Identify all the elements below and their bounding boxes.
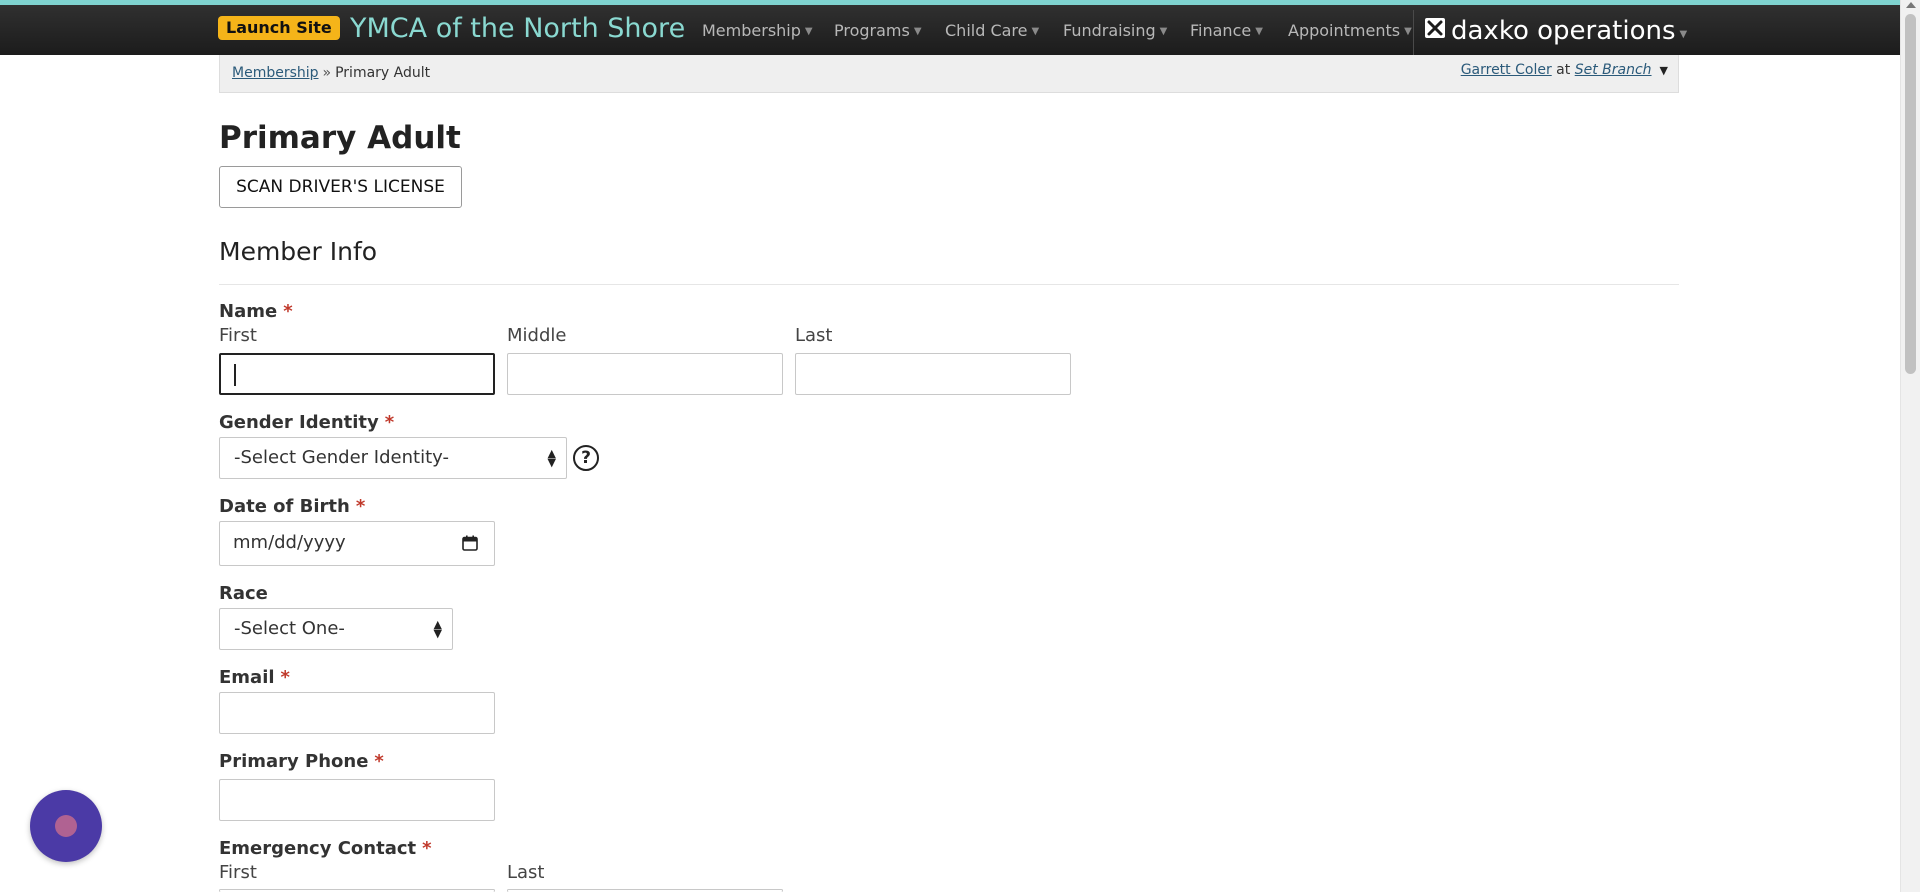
- gender-identity-select[interactable]: -Select Gender Identity- ▲ ▼: [219, 437, 567, 479]
- breadcrumb-link-membership[interactable]: Membership: [232, 65, 319, 81]
- product-menu[interactable]: daxko operations ▼: [1425, 16, 1687, 50]
- chevron-down-icon: ▼: [804, 26, 813, 37]
- middle-name-sublabel: Middle: [507, 325, 567, 346]
- scrollbar-thumb[interactable]: [1905, 14, 1916, 374]
- last-name-sublabel: Last: [795, 325, 833, 346]
- email-input[interactable]: [219, 692, 495, 734]
- last-name-input[interactable]: [795, 353, 1071, 395]
- nav-menu-label: Finance: [1190, 21, 1252, 40]
- nav-menu-finance[interactable]: Finance ▼: [1190, 21, 1263, 42]
- chevron-down-icon: ▼: [1159, 26, 1168, 37]
- page-title: Primary Adult: [219, 120, 461, 156]
- emergency-first-sublabel: First: [219, 862, 257, 883]
- calendar-icon[interactable]: [462, 535, 478, 551]
- page-scrollbar[interactable]: [1900, 0, 1920, 892]
- user-branch-box: Garrett Coler at Set Branch ▼: [1461, 62, 1668, 78]
- nav-menu-programs[interactable]: Programs ▼: [834, 21, 922, 42]
- top-navbar: Launch Site YMCA of the North Shore Memb…: [0, 5, 1900, 60]
- name-label: Name *: [219, 301, 293, 323]
- required-marker: *: [384, 412, 395, 433]
- breadcrumb: Membership» Primary Adult: [232, 65, 430, 81]
- text-cursor: [234, 364, 236, 386]
- select-arrows-icon: ▲ ▼: [433, 618, 442, 640]
- gender-identity-label: Gender Identity *: [219, 412, 394, 434]
- chat-launcher-icon[interactable]: [30, 790, 102, 862]
- chevron-down-icon: ▼: [913, 26, 922, 37]
- user-name-link[interactable]: Garrett Coler: [1461, 62, 1552, 78]
- first-name-sublabel: First: [219, 325, 257, 346]
- org-name-link[interactable]: YMCA of the North Shore: [350, 12, 685, 46]
- chevron-down-icon: ▼: [1404, 26, 1412, 37]
- name-label-text: Name: [219, 301, 278, 322]
- first-name-input[interactable]: [219, 353, 495, 395]
- race-label: Race: [219, 583, 268, 604]
- chevron-down-icon: ▼: [1679, 29, 1688, 40]
- nav-menu-label: Appointments: [1288, 21, 1401, 40]
- question-circle-icon[interactable]: ?: [573, 445, 599, 471]
- section-divider: [219, 284, 1679, 285]
- nav-menu-label: Fundraising: [1063, 21, 1156, 40]
- primary-phone-label-text: Primary Phone: [219, 751, 369, 772]
- chat-launcher-dot: [55, 815, 77, 837]
- nav-divider: [1413, 10, 1414, 60]
- set-branch-link[interactable]: Set Branch: [1575, 62, 1652, 78]
- breadcrumb-bar: Membership» Primary Adult Garrett Coler a…: [219, 55, 1679, 93]
- user-menu-chevron-icon[interactable]: ▼: [1660, 64, 1668, 77]
- email-label: Email *: [219, 667, 290, 689]
- required-marker: *: [283, 301, 293, 322]
- scan-drivers-license-button[interactable]: SCAN DRIVER'S LICENSE: [219, 166, 462, 208]
- race-select[interactable]: -Select One- ▲ ▼: [219, 608, 453, 650]
- launch-site-button[interactable]: Launch Site: [218, 16, 340, 40]
- emergency-contact-label-text: Emergency Contact: [219, 838, 417, 859]
- dob-label: Date of Birth *: [219, 496, 365, 518]
- required-marker: *: [374, 751, 384, 772]
- chevron-down-icon: ▼: [1255, 26, 1263, 37]
- gender-identity-label-text: Gender Identity: [219, 412, 379, 433]
- email-label-text: Email: [219, 667, 275, 688]
- required-marker: *: [422, 838, 432, 859]
- scroll-up-arrow-icon[interactable]: [1906, 2, 1916, 8]
- nav-menu-label: Membership: [702, 21, 801, 40]
- nav-menu-membership[interactable]: Membership ▼: [702, 21, 813, 42]
- nav-menu-appointments[interactable]: Appointments ▼: [1288, 21, 1412, 42]
- nav-menu-label: Programs: [834, 21, 910, 40]
- race-selected: -Select One-: [234, 618, 345, 639]
- emergency-last-sublabel: Last: [507, 862, 545, 883]
- select-arrows-icon: ▲ ▼: [547, 447, 556, 469]
- dob-input[interactable]: mm/dd/yyyy: [219, 521, 495, 566]
- nav-menu-child-care[interactable]: Child Care ▼: [945, 21, 1039, 42]
- product-name: daxko operations: [1451, 16, 1676, 46]
- middle-name-input[interactable]: [507, 353, 783, 395]
- required-marker: *: [355, 496, 366, 517]
- emergency-contact-label: Emergency Contact *: [219, 838, 432, 860]
- nav-menu-label: Child Care: [945, 21, 1028, 40]
- user-at-text: at: [1556, 62, 1571, 78]
- breadcrumb-current: Primary Adult: [335, 65, 431, 81]
- primary-phone-label: Primary Phone *: [219, 751, 384, 773]
- chevron-down-icon: ▼: [1031, 26, 1040, 37]
- required-marker: *: [280, 667, 290, 688]
- section-title-member-info: Member Info: [219, 237, 378, 266]
- dob-placeholder: mm/dd/yyyy: [233, 532, 346, 553]
- dob-label-text: Date of Birth: [219, 496, 350, 517]
- primary-phone-input[interactable]: [219, 779, 495, 821]
- nav-menu-fundraising[interactable]: Fundraising ▼: [1063, 21, 1167, 42]
- breadcrumb-separator: »: [322, 65, 332, 81]
- daxko-logo-icon: [1425, 18, 1445, 38]
- gender-identity-selected: -Select Gender Identity-: [234, 447, 449, 468]
